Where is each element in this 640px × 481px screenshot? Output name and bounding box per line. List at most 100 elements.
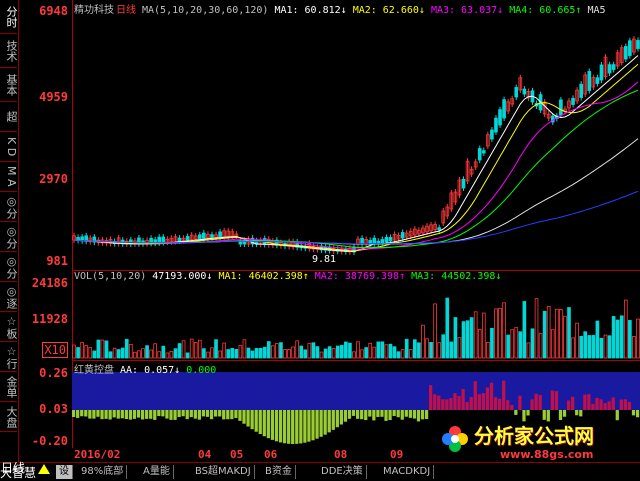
indicator-bar xyxy=(189,410,193,418)
volume-bar xyxy=(344,341,348,359)
indicator-bar xyxy=(575,410,579,416)
volume-bar xyxy=(380,341,385,359)
volume-bar xyxy=(368,342,373,359)
candle-body xyxy=(514,87,519,98)
candle-body xyxy=(607,64,612,74)
vol-label-top: 24186 xyxy=(31,276,68,290)
volume-bar xyxy=(234,349,239,359)
volume-bar xyxy=(100,339,105,359)
volume-bar xyxy=(486,341,490,359)
volume-bar xyxy=(542,310,547,359)
date-05: 05 xyxy=(230,448,244,461)
sidebar-item-0[interactable]: 分时 xyxy=(0,0,18,34)
tab-macdkdj[interactable]: MACDKDJ xyxy=(380,465,435,479)
candle-body xyxy=(197,234,202,240)
volume-bar xyxy=(481,312,486,359)
volume-bar xyxy=(157,351,162,359)
sidebar-item-2[interactable]: 基本 xyxy=(0,68,18,102)
volume-bar xyxy=(331,348,336,359)
volume-bar xyxy=(611,316,616,359)
volume-bar xyxy=(632,336,636,359)
indicator-bar xyxy=(364,410,368,421)
indicator-bar xyxy=(72,410,76,417)
volume-bar xyxy=(607,335,612,359)
volume-bar xyxy=(571,337,575,359)
indicator-bar xyxy=(278,410,283,443)
candle-body xyxy=(522,88,527,95)
price-label-top: 6948 xyxy=(39,4,68,18)
sidebar-item-3[interactable]: 超 xyxy=(0,102,18,132)
candle-body xyxy=(579,83,583,98)
candle-body xyxy=(494,117,498,133)
vol-unit-badge[interactable]: X10 xyxy=(42,342,68,358)
volume-bar xyxy=(628,320,632,359)
volume-bar xyxy=(595,320,600,359)
indicator-bar xyxy=(485,387,490,410)
tab-a-volume[interactable]: A量能 xyxy=(140,465,174,479)
indicator-bar xyxy=(96,410,100,417)
sidebar-item-4[interactable]: K D xyxy=(0,132,18,162)
stock-name[interactable]: 精功科技 xyxy=(74,5,114,16)
volume-bar xyxy=(303,349,308,359)
volume-bar xyxy=(124,338,129,359)
chart-area[interactable]: 精功科技 日线 MA(5,10,20,30,60,120) MA1: 60.812↓ M… xyxy=(72,0,640,448)
volume-bar xyxy=(522,301,527,359)
sidebar-item-7[interactable]: ◎分 xyxy=(0,222,18,252)
indicator-bar xyxy=(429,385,433,410)
tab-bs-makdj[interactable]: BS超MAKDJ xyxy=(192,465,255,479)
indicator-bar xyxy=(538,394,542,410)
volume-bar xyxy=(477,328,482,359)
indicator-bar xyxy=(526,410,530,416)
indicator-bar xyxy=(481,393,486,410)
ma3-line xyxy=(73,81,639,250)
indicator-bar xyxy=(477,394,481,410)
tab-dde[interactable]: DDE决策 xyxy=(318,465,367,479)
sidebar-item-6[interactable]: ◎分 xyxy=(0,192,18,222)
indicator-bar xyxy=(554,391,559,410)
sidebar-item-13[interactable]: 大盘 xyxy=(0,402,18,432)
indicator-bar xyxy=(287,410,291,444)
volume-bar xyxy=(384,344,389,359)
indicator-bar xyxy=(615,410,619,421)
volume-bar xyxy=(502,302,506,359)
candle-body xyxy=(185,236,190,241)
indicator-bar xyxy=(518,395,522,410)
indicator-bar xyxy=(591,403,595,410)
indicator-bar xyxy=(404,410,408,417)
indicator-bar xyxy=(331,410,335,430)
tab-settings[interactable]: 设 xyxy=(56,465,73,479)
sidebar-item-5[interactable]: M A xyxy=(0,162,18,192)
sidebar-item-11[interactable]: ☆行 xyxy=(0,342,18,372)
volume-bar xyxy=(413,339,417,359)
volume-bar xyxy=(417,342,421,359)
volume-bar xyxy=(599,337,604,359)
sidebar-item-8[interactable]: ◎分 xyxy=(0,252,18,282)
sidebar-item-10[interactable]: ☆板 xyxy=(0,312,18,342)
candle-body xyxy=(502,99,506,119)
volume-bar xyxy=(490,327,494,359)
volume-bar xyxy=(214,339,218,359)
indicator-bar xyxy=(631,410,636,416)
indicator-bar xyxy=(291,410,295,444)
period-label[interactable]: 日线 xyxy=(116,5,136,16)
indicator-bar xyxy=(351,410,356,416)
sidebar-item-1[interactable]: 技术 xyxy=(0,34,18,68)
tab-b-funds[interactable]: B资金 xyxy=(262,465,296,479)
volume-bar xyxy=(84,345,89,359)
price-label-2: 4959 xyxy=(39,90,68,104)
indicator-bar xyxy=(327,410,331,433)
tab-98-bottom[interactable]: 98%底部 xyxy=(78,465,128,479)
volume-bar xyxy=(222,342,226,359)
sidebar-item-9[interactable]: ◎逐 xyxy=(0,282,18,312)
sidebar-item-12[interactable]: 金单 xyxy=(0,372,18,402)
candle-body xyxy=(218,231,222,238)
indicator-bar xyxy=(315,410,319,439)
indicator-bar xyxy=(623,399,628,410)
indicator-bar xyxy=(510,404,514,410)
indicator-bar xyxy=(368,410,372,417)
indicator-bar xyxy=(514,410,518,415)
candle-body xyxy=(599,64,604,81)
indicator-bar xyxy=(502,380,506,410)
volume-bar xyxy=(514,327,519,359)
indicator-bar xyxy=(347,410,352,419)
